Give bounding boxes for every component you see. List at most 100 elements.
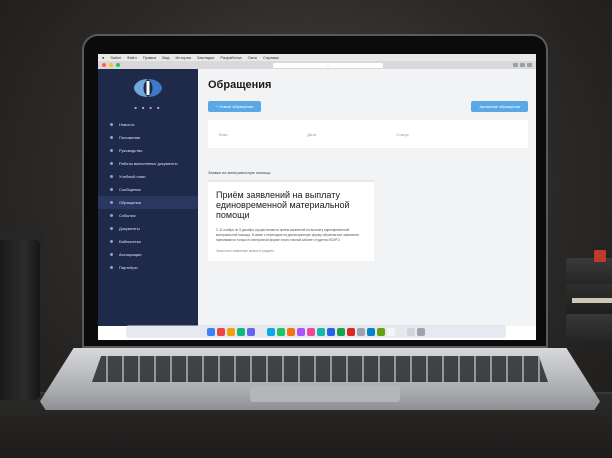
app-icon[interactable] — [387, 327, 395, 336]
menu-item[interactable]: Закладки — [197, 55, 214, 60]
address-bar[interactable]: — — [273, 62, 383, 68]
menu-item[interactable]: Файл — [127, 55, 137, 60]
app-icon[interactable] — [317, 327, 325, 336]
trash-icon[interactable] — [417, 327, 425, 336]
app-icon[interactable] — [367, 327, 375, 336]
bullet-icon — [110, 227, 113, 230]
bullet-icon — [110, 266, 113, 269]
app-icon[interactable] — [357, 327, 365, 336]
bullet-icon — [110, 162, 113, 165]
sidebar-item-regulations[interactable]: Положение — [98, 131, 198, 144]
photo-scene: ● Safari Файл Правка Вид История Закладк… — [0, 0, 612, 458]
menu-item[interactable]: Справка — [263, 55, 279, 60]
sidebar-item-label: Руководство — [119, 148, 143, 153]
new-request-button[interactable]: + Новое обращение — [208, 101, 262, 112]
sidebar-item-requests[interactable]: Обращения — [98, 196, 198, 209]
laptop-keyboard — [92, 356, 548, 382]
app-icon[interactable] — [297, 327, 305, 336]
menu-item[interactable]: Окно — [248, 55, 257, 60]
page-title: Обращения — [208, 79, 272, 91]
bullet-icon — [110, 175, 113, 178]
filter-subject[interactable]: Тема — [218, 132, 227, 137]
filter-date[interactable]: Дата — [307, 132, 316, 137]
book-tag — [594, 250, 606, 262]
app-icon[interactable] — [257, 327, 265, 336]
bullet-icon — [110, 136, 113, 139]
sidebar-item-label: Обращения — [119, 200, 141, 205]
app-icon[interactable] — [247, 327, 255, 336]
logo-icon[interactable] — [128, 75, 168, 101]
menu-item[interactable]: Вид — [162, 55, 169, 60]
brand-text: ■ ■ ■ ■ — [134, 105, 162, 110]
menu-item[interactable]: Правка — [143, 55, 157, 60]
laptop-trackpad — [250, 386, 400, 402]
sidebar: ■ ■ ■ ■ Новости Положение Руководство Ра… — [98, 69, 198, 326]
sidebar-item-associations[interactable]: Ассоциации — [98, 248, 198, 261]
sidebar-item-events[interactable]: События — [98, 209, 198, 222]
book-pages — [572, 298, 612, 303]
tabs-icon[interactable] — [520, 63, 525, 67]
sidebar-item-documents[interactable]: Документы — [98, 222, 198, 235]
app-icon[interactable] — [267, 327, 275, 336]
os-dock — [126, 325, 506, 338]
book — [566, 258, 612, 284]
bullet-icon — [110, 214, 113, 217]
requests-filter-header: Тема Дата Статус — [208, 120, 528, 148]
action-row: + Новое обращение Архивные обращения — [208, 101, 528, 112]
web-app: ■ ■ ■ ■ Новости Положение Руководство Ра… — [98, 69, 536, 326]
sidebar-item-messages[interactable]: Сообщения — [98, 183, 198, 196]
filter-status[interactable]: Статус — [396, 132, 409, 137]
sidebar-item-management[interactable]: Руководство — [98, 144, 198, 157]
sidebar-item-partners[interactable]: Партнёры — [98, 261, 198, 274]
close-window-icon[interactable] — [102, 63, 106, 67]
app-icon[interactable] — [327, 327, 335, 336]
menu-item[interactable]: История — [175, 55, 191, 60]
app-icon[interactable] — [377, 327, 385, 336]
app-icon[interactable] — [217, 327, 225, 336]
app-icon[interactable] — [397, 327, 405, 336]
app-icon[interactable] — [227, 327, 235, 336]
bullet-icon — [110, 201, 113, 204]
add-tab-icon[interactable] — [527, 63, 532, 67]
sidebar-item-label: Новости — [119, 122, 135, 127]
app-icon[interactable] — [307, 327, 315, 336]
menu-item[interactable]: Разработка — [220, 55, 241, 60]
sidebar-item-label: Положение — [119, 135, 141, 140]
sidebar-item-library[interactable]: Библиотека — [98, 235, 198, 248]
app-icon[interactable] — [237, 327, 245, 336]
sidebar-item-news[interactable]: Новости — [98, 118, 198, 131]
laptop-screen: ● Safari Файл Правка Вид История Закладк… — [98, 54, 536, 340]
bullet-icon — [110, 123, 113, 126]
app-icon[interactable] — [407, 327, 415, 336]
apple-icon[interactable]: ● — [102, 55, 104, 60]
browser-toolbar: — — [98, 61, 536, 69]
bullet-icon — [110, 149, 113, 152]
announcement-card[interactable]: Приём заявлений на выплату единовременно… — [208, 180, 374, 261]
sidebar-item-label: Библиотека — [119, 239, 141, 244]
app-icon[interactable] — [347, 327, 355, 336]
minimize-window-icon[interactable] — [109, 63, 113, 67]
main-content: Обращения + Новое обращение Архивные обр… — [198, 69, 536, 326]
archive-requests-button[interactable]: Архивные обращения — [471, 101, 528, 112]
toolbar-icons — [513, 63, 532, 67]
section-label: Заявки на материальную помощь — [208, 170, 271, 175]
sidebar-item-curriculum[interactable]: Учебный план — [98, 170, 198, 183]
bullet-icon — [110, 253, 113, 256]
app-icon[interactable] — [287, 327, 295, 336]
card-more-text: Заполнить заявление можно в разделе — [216, 249, 275, 253]
book — [566, 314, 612, 342]
app-icon[interactable] — [337, 327, 345, 336]
sidebar-item-label: События — [119, 213, 136, 218]
sidebar-item-label: Партнёры — [119, 265, 138, 270]
bullet-icon — [110, 240, 113, 243]
sidebar-item-works[interactable]: Работы выполнены/ документы — [98, 157, 198, 170]
card-title: Приём заявлений на выплату единовременно… — [216, 190, 350, 220]
menu-item[interactable]: Safari — [110, 55, 120, 60]
mug — [0, 240, 40, 400]
share-icon[interactable] — [513, 63, 518, 67]
finder-icon[interactable] — [207, 327, 215, 336]
zoom-window-icon[interactable] — [116, 63, 120, 67]
app-icon[interactable] — [277, 327, 285, 336]
sidebar-item-label: Документы — [119, 226, 140, 231]
sidebar-item-label: Сообщения — [119, 187, 141, 192]
